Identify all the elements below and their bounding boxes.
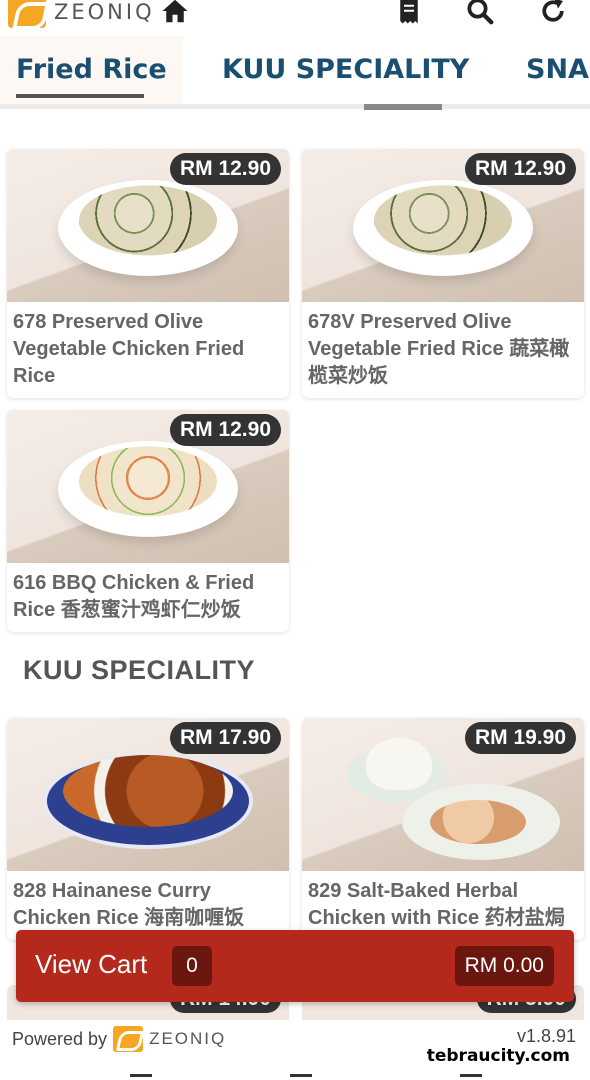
app-footer: Powered by ZEONIQ v1.8.91 tebraucity.com	[0, 1020, 590, 1080]
dish-image: RM 12.90	[302, 149, 584, 302]
cart-total-badge: RM 0.00	[454, 946, 554, 986]
dish-image: RM 19.90	[302, 718, 584, 871]
item-name: 678V Preserved Olive Vegetable Fried Ric…	[308, 311, 570, 387]
refresh-icon[interactable]	[538, 0, 568, 26]
nav-bar-stub	[460, 1074, 482, 1077]
nav-bar-stub	[130, 1074, 152, 1077]
brand-logo[interactable]: ZEONIQ	[8, 0, 155, 28]
item-name: 616 BBQ Chicken & Fried Rice 香葱蜜汁鸡虾仁炒饭	[13, 572, 255, 621]
active-tab-underline	[16, 94, 144, 98]
dish-image: RM 12.90	[7, 410, 289, 563]
category-tabs: Fried Rice KUU SPECIALITY SNAC	[0, 36, 590, 110]
price-badge: RM 12.90	[169, 153, 281, 185]
nav-bar-stub	[290, 1074, 312, 1077]
receipt-icon[interactable]	[394, 0, 424, 26]
dish-image: RM 17.90	[7, 718, 289, 871]
item-name: 678 Preserved Olive Vegetable Chicken Fr…	[13, 311, 245, 387]
home-icon[interactable]	[160, 0, 190, 26]
fried-rice-shape	[374, 184, 512, 255]
rice-dome-shape	[366, 738, 432, 790]
price-badge: RM 12.90	[464, 153, 576, 185]
app-header: ZEONIQ	[0, 0, 590, 36]
watermark: tebraucity.com	[426, 1046, 570, 1066]
menu-item-card[interactable]: RM 17.90 828 Hainanese Curry Chicken Ric…	[7, 718, 289, 940]
price-badge: RM 19.90	[464, 722, 576, 754]
menu-item-card[interactable]: RM 12.90 678 Preserved Olive Vegetable C…	[7, 149, 289, 398]
tab-snacks[interactable]: SNAC	[526, 54, 590, 85]
tab-scroll-thumb[interactable]	[364, 104, 442, 110]
view-cart-label: View Cart	[35, 949, 148, 979]
menu-item-card[interactable]: RM 19.90 829 Salt-Baked Herbal Chicken w…	[302, 718, 584, 940]
menu-item-card[interactable]: RM 12.90 616 BBQ Chicken & Fried Rice 香葱…	[7, 410, 289, 632]
search-icon[interactable]	[465, 0, 495, 26]
view-cart-button[interactable]: View Cart 0 RM 0.00	[16, 930, 574, 1002]
price-badge: RM 17.90	[169, 722, 281, 754]
app-version: v1.8.91	[516, 1026, 576, 1046]
tab-fried-rice[interactable]: Fried Rice	[16, 54, 167, 85]
powered-by-label: Powered by	[12, 1028, 108, 1049]
footer-brand: ZEONIQ	[149, 1029, 227, 1048]
tab-scroll-track	[0, 104, 590, 109]
zeoniq-logo-icon	[113, 1026, 144, 1052]
chicken-shape	[430, 800, 526, 844]
zeoniq-logo-icon	[8, 0, 46, 28]
cart-count-badge: 0	[172, 946, 212, 986]
menu-item-card[interactable]: RM 12.90 678V Preserved Olive Vegetable …	[302, 149, 584, 398]
dish-image: RM 12.90	[7, 149, 289, 302]
powered-by: Powered by ZEONIQ	[12, 1026, 226, 1052]
fried-rice-shape	[79, 445, 217, 516]
section-title: KUU SPECIALITY	[23, 655, 256, 685]
tab-kuu-speciality[interactable]: KUU SPECIALITY	[222, 54, 469, 85]
price-badge: RM 12.90	[169, 414, 281, 446]
fried-rice-shape	[79, 184, 217, 255]
brand-name: ZEONIQ	[54, 0, 155, 24]
curry-shape	[63, 755, 233, 828]
